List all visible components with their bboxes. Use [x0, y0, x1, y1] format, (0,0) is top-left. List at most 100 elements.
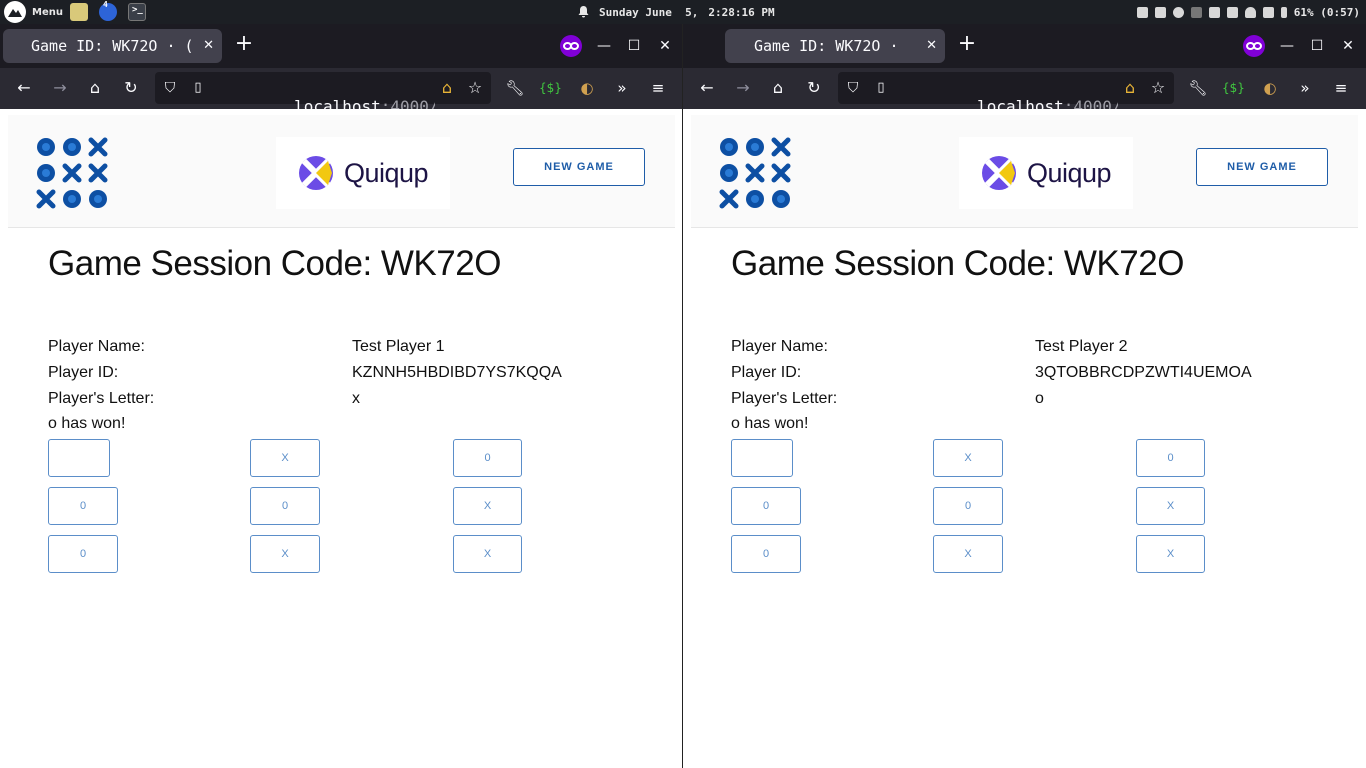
board-cell[interactable]: 0 [731, 487, 801, 525]
quiqup-brand: Quiqup [276, 137, 450, 209]
player-letter-label: Player's Letter: [731, 390, 838, 407]
page-icon[interactable]: ▯ [187, 77, 209, 99]
logo-x-mark [62, 163, 82, 183]
logo-grid [36, 137, 108, 209]
files-icon[interactable] [70, 3, 88, 21]
new-tab-button[interactable]: + [955, 33, 979, 57]
start-menu-button[interactable]: Menu [4, 1, 63, 23]
board-cell[interactable] [48, 439, 110, 477]
tictactoe-logo [36, 137, 108, 209]
hamburger-icon[interactable]: ≡ [1330, 77, 1352, 99]
logo-o-center [94, 195, 102, 203]
browser-window-right: Game ID: WK72O · ✕ + — ☐ ✕ ← → ⌂ ↻ ⛉ ▯ l… [683, 24, 1366, 768]
logo-o-center [751, 143, 759, 151]
logo-o-center [42, 169, 50, 177]
board-cell[interactable]: 0 [48, 535, 118, 573]
player-name-value: Test Player 1 [352, 338, 445, 355]
tools-icon[interactable] [1208, 6, 1220, 18]
firefox-icon[interactable]: 4 [99, 0, 117, 21]
overflow-icon[interactable]: » [1294, 77, 1316, 99]
player-id-label: Player ID: [731, 364, 802, 381]
tab-title: Game ID: WK72O · [754, 37, 908, 55]
board-cell[interactable]: X [250, 439, 320, 477]
board-cell[interactable]: 0 [48, 487, 118, 525]
tab-close-icon[interactable]: ✕ [926, 38, 937, 53]
close-window-button[interactable]: ✕ [655, 36, 675, 56]
forward-icon[interactable]: → [732, 77, 754, 99]
bell-icon[interactable] [578, 6, 589, 18]
extension-icon[interactable]: ◐ [1259, 77, 1281, 99]
back-icon[interactable]: ← [696, 77, 718, 99]
new-game-button[interactable]: NEW GAME [513, 148, 645, 186]
board-cell[interactable]: X [250, 535, 320, 573]
browser-tab[interactable]: Game ID: WK72O · ✕ [725, 29, 945, 63]
player-id-value: KZNNH5HBDIBD7YS7KQQA [352, 364, 562, 381]
logo-grid [719, 137, 791, 209]
board-cell[interactable]: X [1136, 487, 1205, 525]
reload-icon[interactable]: ↻ [803, 77, 825, 99]
navigation-bar: ← → ⌂ ↻ ⛉ ▯ localhost:4000/games/ ⌂ ☆ 🔧︎… [0, 68, 682, 116]
brand-name: Quiqup [343, 157, 429, 188]
url-bar[interactable]: ⛉ ▯ localhost:4000/games/ ⌂ ☆ [155, 72, 491, 116]
display-icon[interactable] [1262, 6, 1274, 18]
board-cell[interactable]: X [453, 535, 522, 573]
maximize-button[interactable]: ☐ [1307, 36, 1327, 56]
bookmark-star-icon[interactable]: ☆ [1147, 77, 1169, 99]
bluetooth-icon[interactable] [1190, 6, 1202, 18]
home-extension-icon[interactable]: ⌂ [1119, 77, 1141, 99]
wrench-icon[interactable]: 🔧︎ [1187, 77, 1209, 99]
url-bar[interactable]: ⛉ ▯ localhost:4000/games/ ⌂ ☆ [838, 72, 1174, 116]
page-content: Quiqup NEW GAME Game Session Code: WK72O… [683, 109, 1366, 768]
wrench-icon[interactable]: 🔧︎ [504, 77, 526, 99]
board-cell[interactable]: 0 [933, 487, 1003, 525]
close-window-button[interactable]: ✕ [1338, 36, 1358, 56]
board-cell[interactable]: X [933, 439, 1003, 477]
board-cell[interactable]: 0 [1136, 439, 1205, 477]
shield-icon[interactable]: ⛉ [842, 77, 864, 99]
tab-close-icon[interactable]: ✕ [203, 38, 214, 53]
extension-icon[interactable]: ◐ [576, 77, 598, 99]
logo-o-center [68, 195, 76, 203]
shield-icon[interactable]: ⛉ [159, 77, 181, 99]
vpn-icon[interactable] [1172, 6, 1184, 18]
clipboard-icon[interactable] [1154, 6, 1166, 18]
home-extension-icon[interactable]: ⌂ [436, 77, 458, 99]
volume-icon[interactable] [1226, 6, 1238, 18]
board-cell[interactable]: 0 [453, 439, 522, 477]
reload-icon[interactable]: ↻ [120, 77, 142, 99]
wifi-icon[interactable] [1244, 6, 1256, 18]
clock[interactable]: Sunday June 5, 2:28:16 PM [578, 0, 775, 24]
json-icon[interactable]: {$} [1222, 77, 1245, 99]
new-tab-button[interactable]: + [232, 33, 256, 57]
page-icon[interactable]: ▯ [870, 77, 892, 99]
maximize-button[interactable]: ☐ [624, 36, 644, 56]
board-cell[interactable]: X [933, 535, 1003, 573]
board-cell[interactable]: 0 [250, 487, 320, 525]
overflow-icon[interactable]: » [611, 77, 633, 99]
tab-title: Game ID: WK72O · ( [31, 37, 194, 55]
terminal-icon[interactable]: >_ [128, 3, 146, 21]
json-icon[interactable]: {$} [539, 77, 562, 99]
minimize-button[interactable]: — [594, 36, 614, 56]
home-icon[interactable]: ⌂ [767, 77, 789, 99]
board-cell[interactable]: X [453, 487, 522, 525]
board-cell[interactable]: 0 [731, 535, 801, 573]
game-status: o has won! [731, 415, 809, 432]
bookmark-star-icon[interactable]: ☆ [464, 77, 486, 99]
forward-icon[interactable]: → [49, 77, 71, 99]
battery-icon[interactable] [1280, 6, 1287, 18]
board-cell[interactable]: X [1136, 535, 1205, 573]
private-mask-icon [560, 35, 582, 57]
board-cell[interactable] [731, 439, 793, 477]
logo-o-center [42, 143, 50, 151]
minimize-button[interactable]: — [1277, 36, 1297, 56]
new-game-button[interactable]: NEW GAME [1196, 148, 1328, 186]
browser-tab[interactable]: Game ID: WK72O · ( ✕ [3, 29, 222, 63]
camera-icon[interactable] [1136, 6, 1148, 18]
hamburger-icon[interactable]: ≡ [647, 77, 669, 99]
page-content: Quiqup NEW GAME Game Session Code: WK72O… [0, 109, 682, 768]
logo-x-mark [36, 189, 56, 209]
logo-x-mark [719, 189, 739, 209]
home-icon[interactable]: ⌂ [84, 77, 106, 99]
back-icon[interactable]: ← [13, 77, 35, 99]
